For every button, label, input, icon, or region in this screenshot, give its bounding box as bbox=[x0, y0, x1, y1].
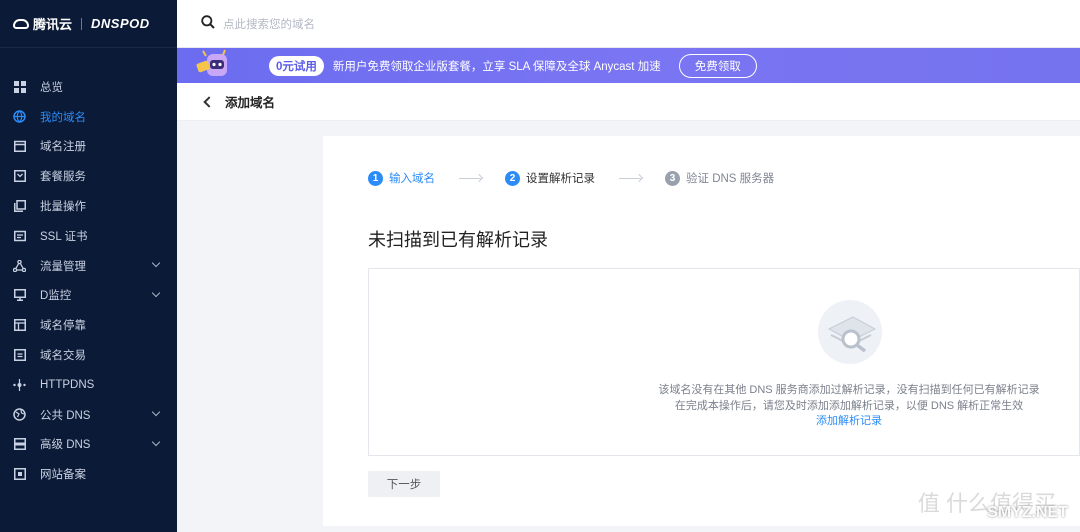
chevron-down-icon[interactable] bbox=[151, 437, 161, 446]
arrow-right-icon bbox=[459, 177, 481, 179]
search-bar[interactable]: 点此搜索您的域名 bbox=[177, 0, 1080, 48]
sidebar-item-domain-register[interactable]: 域名注册 bbox=[0, 132, 177, 162]
sidebar-item-icp[interactable]: 网站备案 bbox=[0, 459, 177, 489]
sidebar-item-label: 套餐服务 bbox=[40, 171, 86, 184]
sidebar-item-package[interactable]: 套餐服务 bbox=[0, 161, 177, 191]
sidebar-item-label: 高级 DNS bbox=[40, 439, 91, 452]
globe-icon bbox=[13, 110, 26, 123]
section-heading: 未扫描到已有解析记录 bbox=[368, 230, 548, 250]
sidebar: 腾讯云 DNSPOD 总览 我的域名 域名注册 套餐服务 批量操作 SSL 证书 bbox=[0, 0, 177, 532]
brand-tencent: 腾讯云 bbox=[33, 17, 73, 32]
sidebar-item-overview[interactable]: 总览 bbox=[0, 72, 177, 102]
step-label: 验证 DNS 服务器 bbox=[686, 173, 775, 185]
add-record-link[interactable]: 添加解析记录 bbox=[649, 412, 1049, 428]
sidebar-item-label: 公共 DNS bbox=[40, 409, 91, 422]
sidebar-item-trade[interactable]: 域名交易 bbox=[0, 340, 177, 370]
sidebar-item-label: 域名注册 bbox=[40, 141, 86, 154]
grid-icon bbox=[13, 80, 26, 93]
sidebar-item-label: HTTPDNS bbox=[40, 378, 95, 391]
search-icon[interactable] bbox=[201, 15, 215, 32]
brand-logo[interactable]: 腾讯云 DNSPOD bbox=[0, 0, 177, 48]
sidebar-item-label: 域名交易 bbox=[40, 350, 86, 363]
promo-banner: 0元试用 新用户免费领取企业版套餐，立享 SLA 保障及全球 Anycast 加… bbox=[177, 48, 1080, 83]
copy-icon bbox=[13, 200, 26, 213]
empty-state: 该域名没有在其他 DNS 服务商添加过解析记录，没有扫描到任何已有解析记录 在完… bbox=[368, 268, 1080, 456]
watermark: SMYZ.NET bbox=[987, 504, 1068, 521]
certificate-icon bbox=[13, 229, 26, 242]
step-label: 输入域名 bbox=[389, 173, 435, 185]
package-icon bbox=[13, 170, 26, 183]
chevron-down-icon[interactable] bbox=[151, 288, 161, 297]
trial-badge: 0元试用 bbox=[269, 55, 324, 76]
page-title: 添加域名 bbox=[225, 96, 276, 110]
sidebar-item-label: D监控 bbox=[40, 290, 72, 303]
empty-message-line2: 在完成本操作后，请您及时添加添加解析记录，以便 DNS 解析正常生效 bbox=[674, 400, 1024, 412]
brand-dnspod: DNSPOD bbox=[91, 16, 150, 31]
sidebar-item-label: 域名停靠 bbox=[40, 320, 86, 333]
chevron-down-icon[interactable] bbox=[151, 258, 161, 268]
banner-text: 新用户免费领取企业版套餐，立享 SLA 保障及全球 Anycast 加速 bbox=[332, 60, 661, 73]
sidebar-item-label: 总览 bbox=[40, 81, 63, 94]
sidebar-item-monitor[interactable]: D监控 bbox=[0, 281, 177, 311]
arrow-right-icon bbox=[619, 177, 641, 179]
trade-icon bbox=[13, 349, 26, 362]
network-icon bbox=[13, 259, 26, 272]
step-label: 设置解析记录 bbox=[526, 173, 595, 185]
cloud-icon bbox=[13, 18, 29, 29]
sidebar-nav: 总览 我的域名 域名注册 套餐服务 批量操作 SSL 证书 流量管理 D监控 域… bbox=[0, 72, 177, 489]
page-header: 添加域名 bbox=[177, 83, 1080, 121]
step-indicator: 1 输入域名 2 设置解析记录 3 验证 DNS 服务器 bbox=[368, 170, 774, 186]
sidebar-item-httpdns[interactable]: HTTPDNS bbox=[0, 370, 177, 400]
main-card: 1 输入域名 2 设置解析记录 3 验证 DNS 服务器 未扫描到已有解析记录 … bbox=[323, 136, 1080, 526]
sidebar-item-traffic[interactable]: 流量管理 bbox=[0, 251, 177, 281]
empty-message-line1: 该域名没有在其他 DNS 服务商添加过解析记录，没有扫描到任何已有解析记录 bbox=[658, 384, 1040, 396]
next-step-button[interactable]: 下一步 bbox=[368, 471, 440, 497]
step-1: 1 输入域名 bbox=[368, 170, 435, 186]
sidebar-item-label: 流量管理 bbox=[40, 260, 86, 273]
sidebar-item-label: 我的域名 bbox=[40, 111, 86, 124]
window-icon bbox=[13, 319, 26, 332]
calendar-icon bbox=[13, 140, 26, 153]
sidebar-item-advanced-dns[interactable]: 高级 DNS bbox=[0, 430, 177, 460]
back-arrow-icon[interactable] bbox=[203, 95, 215, 108]
step-3: 3 验证 DNS 服务器 bbox=[665, 170, 774, 186]
record-icon bbox=[13, 468, 26, 481]
sidebar-item-my-domains[interactable]: 我的域名 bbox=[0, 102, 177, 132]
sidebar-item-label: 批量操作 bbox=[40, 201, 86, 214]
public-globe-icon bbox=[13, 408, 26, 421]
nodes-icon bbox=[13, 378, 26, 391]
empty-records-icon bbox=[817, 299, 883, 365]
claim-free-button[interactable]: 免费领取 bbox=[678, 53, 757, 78]
brand-divider bbox=[81, 17, 83, 30]
sidebar-item-parking[interactable]: 域名停靠 bbox=[0, 310, 177, 340]
sidebar-item-ssl[interactable]: SSL 证书 bbox=[0, 221, 177, 251]
monitor-icon bbox=[13, 289, 26, 302]
mascot-icon bbox=[193, 48, 235, 83]
server-icon bbox=[13, 438, 26, 451]
sidebar-item-label: 网站备案 bbox=[40, 469, 86, 482]
sidebar-item-public-dns[interactable]: 公共 DNS bbox=[0, 400, 177, 430]
step-number: 3 bbox=[665, 170, 680, 186]
step-number: 2 bbox=[505, 170, 520, 186]
step-2: 2 设置解析记录 bbox=[505, 170, 595, 186]
sidebar-item-label: SSL 证书 bbox=[40, 230, 88, 243]
chevron-down-icon[interactable] bbox=[151, 407, 161, 417]
step-number: 1 bbox=[368, 170, 383, 186]
search-input[interactable]: 点此搜索您的域名 bbox=[223, 16, 315, 32]
sidebar-item-batch[interactable]: 批量操作 bbox=[0, 191, 177, 221]
